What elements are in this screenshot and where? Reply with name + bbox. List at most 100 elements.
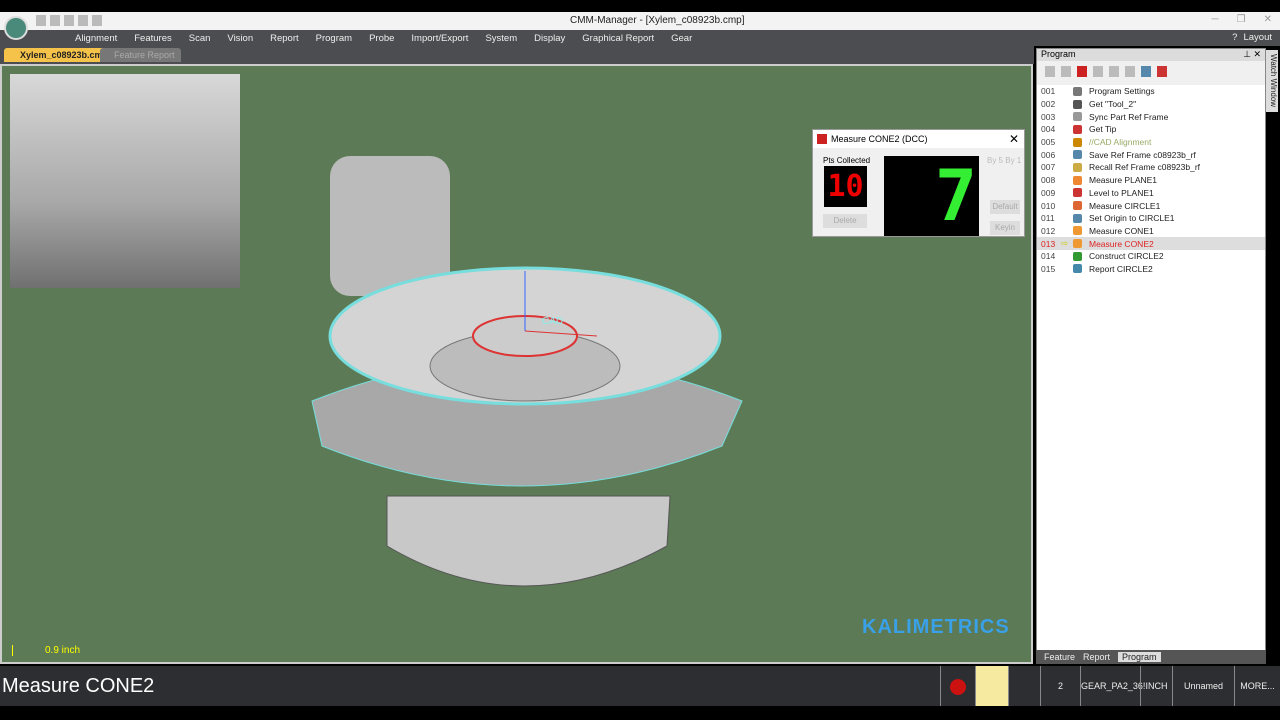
tab-program[interactable]: Program — [1118, 652, 1161, 662]
step-number: 006 — [1041, 149, 1056, 160]
close-button[interactable]: ✕ — [1264, 14, 1272, 25]
probe-count[interactable]: 2 — [1040, 666, 1080, 706]
step-label: Measure PLANE1 — [1089, 175, 1158, 186]
origin-icon — [1073, 213, 1082, 223]
program-step[interactable]: 014 Construct CIRCLE2 — [1037, 250, 1265, 263]
step-number: 010 — [1041, 200, 1056, 211]
menu-gear[interactable]: Gear — [671, 33, 692, 44]
program-toolbar[interactable] — [1037, 61, 1265, 85]
program-panel: Program ⊥ ✕ 001 Program Settings 002 Get "To… — [1036, 48, 1266, 664]
step-number: 014 — [1041, 251, 1056, 262]
step-label: Get Tip — [1089, 124, 1117, 135]
menu-import-export[interactable]: Import/Export — [411, 33, 468, 44]
panel-title: Program — [1041, 49, 1076, 59]
units[interactable]: INCH — [1140, 666, 1172, 706]
tab-report[interactable]: Report — [1083, 652, 1110, 662]
probe-name[interactable]: GEAR_PA2_36! — [1080, 666, 1145, 706]
keyin-button[interactable]: Keyin — [990, 221, 1020, 235]
step-label: Get "Tool_2" — [1089, 99, 1137, 110]
more-button[interactable]: MORE... — [1234, 666, 1280, 706]
menu-alignment[interactable]: Alignment — [75, 33, 117, 44]
step-number: 001 — [1041, 86, 1056, 97]
step-number: 005 — [1041, 137, 1056, 148]
program-step[interactable]: 009 Level to PLANE1 — [1037, 187, 1265, 200]
program-step[interactable]: 012 Measure CONE1 — [1037, 225, 1265, 238]
estop-icon[interactable] — [940, 666, 975, 706]
tab-document[interactable]: Xylem_c08923b.cmp — [4, 48, 115, 62]
layout-menu[interactable]: Layout — [1243, 32, 1272, 43]
program-step[interactable]: 005 //CAD Alignment — [1037, 136, 1265, 149]
menu-system[interactable]: System — [485, 33, 517, 44]
tip-icon — [1073, 124, 1082, 134]
step-label: //CAD Alignment — [1089, 137, 1152, 148]
program-step[interactable]: 006 Save Ref Frame c08923b_rf — [1037, 148, 1265, 161]
report-icon — [1073, 264, 1082, 274]
current-step-arrow-icon: ⇨ — [1061, 238, 1069, 249]
app-logo[interactable] — [4, 16, 28, 40]
step-label: Measure CIRCLE1 — [1089, 200, 1161, 211]
wrench-icon — [1073, 86, 1082, 96]
ref-frame[interactable]: Unnamed — [1172, 666, 1234, 706]
restore-button[interactable]: ❐ — [1237, 14, 1246, 25]
panel-tabs: Feature Report Program — [1036, 650, 1266, 664]
save-frame-icon — [1073, 150, 1082, 160]
step-label: Report CIRCLE2 — [1089, 263, 1153, 274]
tab-feature-report[interactable]: Feature Report — [100, 48, 181, 62]
menu-program[interactable]: Program — [316, 33, 352, 44]
program-step[interactable]: 008 Measure PLANE1 — [1037, 174, 1265, 187]
menu-report[interactable]: Report — [270, 33, 299, 44]
menu-display[interactable]: Display — [534, 33, 565, 44]
menu-graphical-report[interactable]: Graphical Report — [582, 33, 654, 44]
program-step[interactable]: 010 Measure CIRCLE1 — [1037, 199, 1265, 212]
status-message: Measure CONE2 — [2, 675, 155, 697]
tab-feature[interactable]: Feature — [1044, 652, 1075, 662]
watch-window-tab[interactable]: Watch Window — [1266, 50, 1278, 112]
panel-pin-close[interactable]: ⊥ ✕ — [1243, 49, 1261, 60]
program-step[interactable]: 003 Sync Part Ref Frame — [1037, 110, 1265, 123]
step-number: 009 — [1041, 187, 1056, 198]
status-bar: Measure CONE2 2 GEAR_PA2_36! INCH Unname… — [0, 666, 1280, 706]
machine-icon[interactable] — [1008, 666, 1040, 706]
menu-probe[interactable]: Probe — [369, 33, 394, 44]
step-label: Measure CONE1 — [1089, 225, 1154, 236]
menu-scan[interactable]: Scan — [189, 33, 211, 44]
window-title: CMM-Manager - [Xylem_c08923b.cmp] — [570, 15, 745, 26]
delete-button[interactable]: Delete — [823, 214, 867, 228]
step-number: 011 — [1041, 213, 1055, 224]
menu-features[interactable]: Features — [134, 33, 172, 44]
program-step[interactable]: 004 Get Tip — [1037, 123, 1265, 136]
step-labels: By 5 By 1 — [987, 156, 1022, 165]
measure-dialog: Measure CONE2 (DCC) ✕ Pts Collected 10 7 … — [812, 129, 1025, 237]
program-step[interactable]: 013 ⇨ Measure CONE2 — [1037, 237, 1265, 250]
menu-vision[interactable]: Vision — [227, 33, 253, 44]
step-number: 012 — [1041, 225, 1056, 236]
minimize-button[interactable]: ─ — [1212, 14, 1219, 25]
step-number: 008 — [1041, 175, 1056, 186]
part-base — [386, 495, 671, 587]
default-button[interactable]: Default — [990, 200, 1020, 214]
program-step[interactable]: 002 Get "Tool_2" — [1037, 98, 1265, 111]
quick-access-toolbar[interactable] — [36, 15, 102, 26]
step-number: 002 — [1041, 99, 1056, 110]
step-number: 007 — [1041, 162, 1056, 173]
circle-icon — [1073, 201, 1082, 211]
program-step[interactable]: 001 Program Settings — [1037, 85, 1265, 98]
sync-icon — [1073, 112, 1082, 122]
scale-bar: 0.9 inch — [12, 645, 80, 656]
program-step[interactable]: 011 Set Origin to CIRCLE1 — [1037, 212, 1265, 225]
help-icon[interactable]: ? — [1232, 32, 1237, 43]
step-label: Level to PLANE1 — [1089, 187, 1154, 198]
cad-label: CAD — [542, 316, 563, 327]
circle-icon — [1073, 251, 1082, 261]
cone-icon — [1073, 239, 1082, 249]
level-icon — [1073, 188, 1082, 198]
step-label: Program Settings — [1089, 86, 1155, 97]
step-number: 015 — [1041, 263, 1056, 274]
dialog-title: Measure CONE2 (DCC) — [831, 134, 928, 144]
step-label: Save Ref Frame c08923b_rf — [1089, 149, 1196, 160]
dialog-close-button[interactable]: ✕ — [1009, 132, 1019, 146]
program-step[interactable]: 007 Recall Ref Frame c08923b_rf — [1037, 161, 1265, 174]
program-step[interactable]: 015 Report CIRCLE2 — [1037, 263, 1265, 276]
cad-icon — [1073, 137, 1082, 147]
joystick-icon[interactable] — [975, 666, 1008, 706]
